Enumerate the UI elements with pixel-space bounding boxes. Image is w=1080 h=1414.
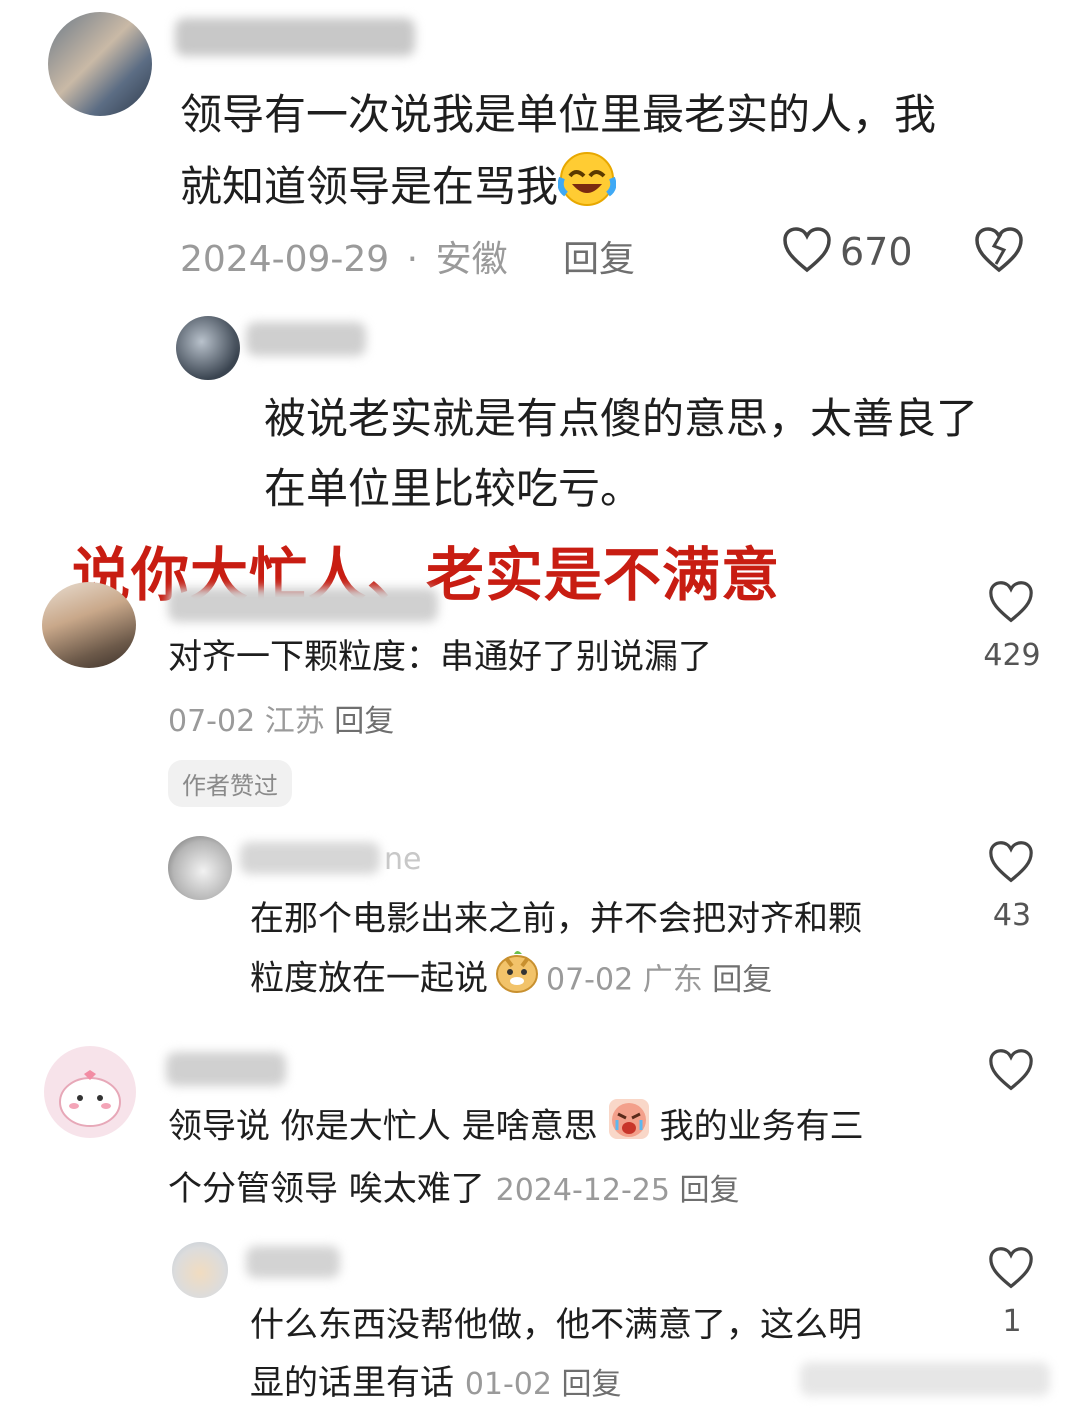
username-fragment: ne <box>384 842 422 877</box>
comment-location: 安徽 <box>435 239 508 280</box>
comment-line-text: 就知道领导是在骂我 <box>180 162 559 211</box>
like-button[interactable] <box>782 226 832 278</box>
avatar[interactable] <box>44 1046 136 1138</box>
reply-button[interactable]: 回复 <box>712 963 772 998</box>
reply-line-text: 粒度放在一起说 <box>250 958 488 999</box>
avatar[interactable] <box>48 12 152 116</box>
heart-outline-icon <box>989 1049 1033 1091</box>
separator: · <box>406 239 419 280</box>
reply-text: 在那个电影出来之前，并不会把对齐和颗 粒度放在一起说 07-02 广东 回复 <box>250 890 970 1012</box>
like-button[interactable] <box>988 580 1034 628</box>
reply-text: 什么东西没帮他做，他不满意了，这么明 显的话里有话 01-02 回复 <box>250 1296 970 1414</box>
like-button[interactable] <box>988 1246 1034 1294</box>
comment-line: 个分管领导 唉太难了 2024-12-25 回复 <box>168 1160 958 1220</box>
reply-date: 07-02 <box>546 962 634 998</box>
cartoon-avatar-icon <box>59 1070 121 1127</box>
comment-line: 领导说 你是大忙人 是啥意思 我的业务有三 <box>168 1096 958 1160</box>
reply-button[interactable]: 回复 <box>562 1367 622 1402</box>
comment-line-text: 个分管领导 唉太难了 <box>168 1169 485 1209</box>
comment-meta: 07-02 江苏 回复 <box>168 696 394 740</box>
username-blurred[interactable] <box>246 1246 340 1278</box>
comment-line-text: 领导说 你是大忙人 是啥意思 <box>168 1106 598 1147</box>
laughing-crying-emoji-icon <box>557 150 617 229</box>
reply-text: 被说老实就是有点傻的意思，太善良了 在单位里比较吃亏。 <box>264 384 1064 524</box>
reply-line: 什么东西没帮他做，他不满意了，这么明 <box>250 1305 862 1345</box>
comment-text: 对齐一下颗粒度：串通好了别说漏了 <box>168 637 712 677</box>
reply-line: 粒度放在一起说 07-02 广东 回复 <box>250 948 970 1012</box>
comment-location: 江苏 <box>264 704 325 739</box>
reply-button[interactable]: 回复 <box>563 239 635 280</box>
reply-line-text: 显的话里有话 <box>250 1363 454 1403</box>
comment-text: 领导有一次说我是单位里最老实的人，我 就知道领导是在骂我 <box>180 80 1060 229</box>
like-button[interactable] <box>988 840 1034 888</box>
heart-outline-icon <box>989 841 1033 883</box>
comment-meta: 2024-09-29 · 安徽 回复 <box>180 230 635 282</box>
avatar[interactable] <box>42 582 136 668</box>
like-count: 43 <box>992 898 1032 933</box>
author-liked-badge: 作者赞过 <box>168 760 292 807</box>
heart-outline-icon <box>989 581 1033 623</box>
heart-outline-icon <box>989 1247 1033 1289</box>
comment-date: 2024-12-25 <box>495 1173 670 1208</box>
comment-date: 2024-09-29 <box>180 239 390 280</box>
dislike-button[interactable] <box>974 226 1024 278</box>
comment-text: 领导说 你是大忙人 是啥意思 我的业务有三 个分管领导 唉太难了 2024-12… <box>168 1096 958 1220</box>
like-count: 670 <box>840 230 913 274</box>
watermark-blurred <box>800 1362 1050 1396</box>
reply-button[interactable]: 回复 <box>680 1173 740 1208</box>
username-blurred[interactable] <box>166 1052 286 1086</box>
like-count: 429 <box>983 638 1041 673</box>
dislike-heart-icon <box>975 227 1023 273</box>
avatar[interactable] <box>172 1242 228 1298</box>
comment-line: 领导有一次说我是单位里最老实的人，我 <box>180 90 937 139</box>
username-blurred[interactable] <box>175 18 415 56</box>
reply-button[interactable]: 回复 <box>334 704 394 739</box>
heart-outline-icon <box>783 227 831 273</box>
like-button[interactable] <box>988 1048 1034 1096</box>
comment-date: 07-02 <box>168 704 256 739</box>
angry-crying-emoji-icon <box>606 1096 652 1160</box>
username-blurred[interactable] <box>168 588 438 622</box>
username-blurred[interactable] <box>246 322 366 356</box>
comment-line: 就知道领导是在骂我 <box>180 150 1060 229</box>
username-blurred[interactable] <box>240 842 380 874</box>
reply-location: 广东 <box>642 962 703 998</box>
reply-line: 被说老实就是有点傻的意思，太善良了 <box>264 394 979 443</box>
reply-line: 在那个电影出来之前，并不会把对齐和颗 <box>250 899 862 939</box>
avatar[interactable] <box>176 316 240 380</box>
like-count: 1 <box>1002 1304 1022 1339</box>
reply-date: 01-02 <box>464 1367 552 1402</box>
avatar[interactable] <box>168 836 232 900</box>
reply-line: 在单位里比较吃亏。 <box>264 464 643 513</box>
doge-emoji-icon <box>494 948 540 1012</box>
comment-line-text: 我的业务有三 <box>659 1106 864 1147</box>
